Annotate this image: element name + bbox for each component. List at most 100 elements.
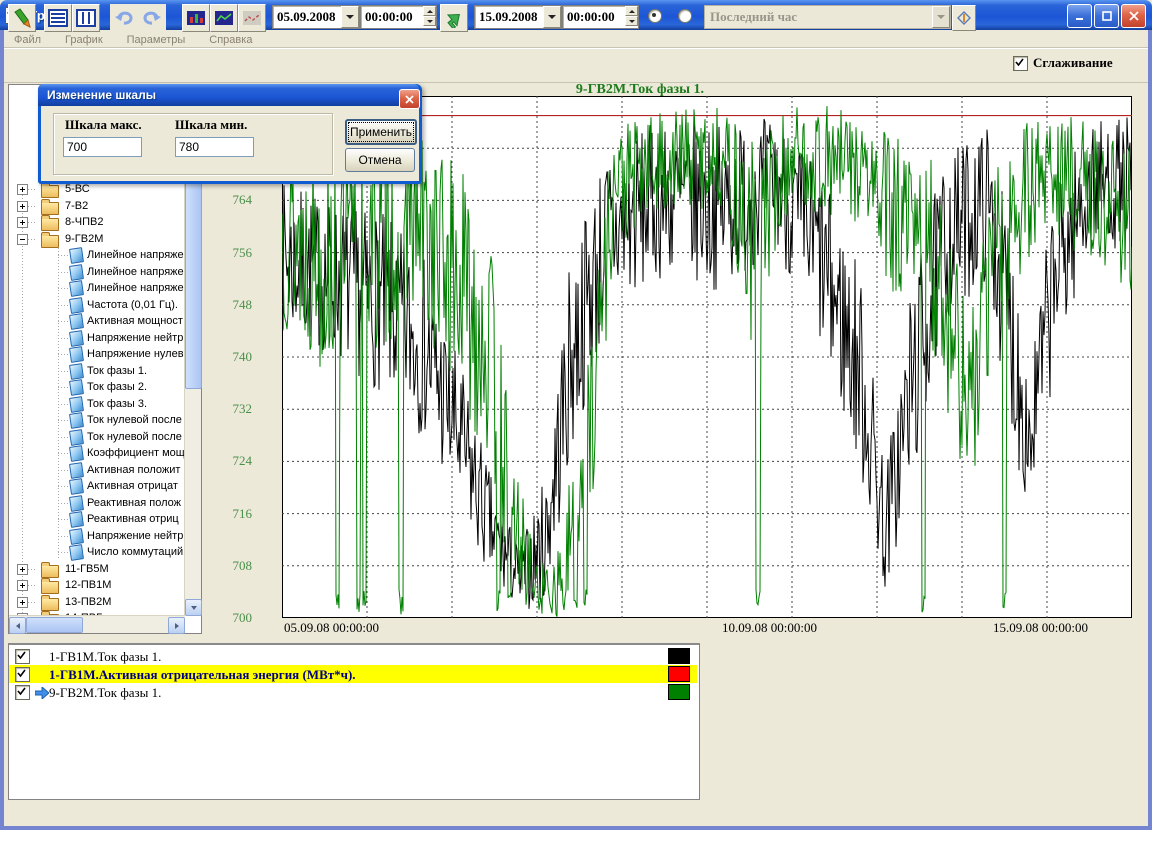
- chevron-down-icon: [548, 15, 556, 19]
- tree-row[interactable]: Активная мощност: [9, 313, 185, 329]
- expand-box-icon[interactable]: [17, 597, 28, 608]
- time-to-stepper[interactable]: [625, 6, 638, 26]
- expand-box-icon[interactable]: [17, 201, 28, 212]
- apply-range-button[interactable]: [440, 4, 468, 32]
- tree-parameter-label: Напряжение нулев: [87, 348, 184, 360]
- tree-row[interactable]: 13-ПВ2М: [9, 594, 185, 610]
- dialog-close-button[interactable]: [399, 89, 420, 109]
- tree-row[interactable]: Частота (0,01 Гц).: [9, 297, 185, 313]
- maximize-button[interactable]: [1094, 4, 1119, 28]
- interval-select-value: Последний час: [705, 6, 932, 28]
- series-legend-panel: 1-ГВ1М.Ток фазы 1.1-ГВ1М.Активная отрица…: [8, 643, 700, 800]
- smoothing-checkbox[interactable]: [1013, 56, 1028, 71]
- legend-checkbox[interactable]: [15, 667, 30, 682]
- range-mode-radio-unselected[interactable]: [678, 9, 692, 23]
- menu-item-4[interactable]: Справка: [199, 33, 262, 47]
- date-from-select[interactable]: 05.09.2008: [272, 5, 360, 29]
- spin-up-icon[interactable]: [625, 6, 638, 16]
- tree-row[interactable]: 11-ГВ5М: [9, 561, 185, 577]
- scroll-down-icon: [191, 606, 197, 610]
- cancel-button[interactable]: Отмена: [345, 148, 415, 172]
- horizontal-layout-button[interactable]: [44, 4, 72, 32]
- scale-min-field[interactable]: [175, 137, 254, 157]
- tree-row[interactable]: Ток нулевой после: [9, 412, 185, 428]
- tree-row[interactable]: Число коммутаций: [9, 544, 185, 560]
- tree-horizontal-scrollbar[interactable]: [9, 615, 185, 633]
- parameter-page-icon: [69, 313, 84, 330]
- tree-row[interactable]: Напряжение нулев: [9, 346, 185, 362]
- check-icon: [16, 686, 27, 697]
- tree-row[interactable]: Активная положит: [9, 462, 185, 478]
- menu-item-3[interactable]: Параметры: [117, 33, 196, 47]
- folder-icon: [41, 185, 59, 198]
- legend-checkbox[interactable]: [15, 649, 30, 664]
- menu-item-1[interactable]: Файл: [4, 33, 51, 47]
- tree-row[interactable]: 9-ГВ2М: [9, 231, 185, 247]
- minimize-button[interactable]: [1067, 4, 1092, 28]
- time-to-input[interactable]: 00:00:00: [562, 5, 639, 29]
- tree-row[interactable]: Линейное напряже: [9, 247, 185, 263]
- scroll-right-button[interactable]: [168, 617, 185, 634]
- tree-hscroll-thumb[interactable]: [26, 617, 83, 633]
- date-to-select[interactable]: 15.09.2008: [474, 5, 562, 29]
- range-mode-radio-selected[interactable]: [648, 9, 662, 23]
- legend-row[interactable]: 1-ГВ1М.Ток фазы 1.: [9, 647, 697, 665]
- spin-down-icon[interactable]: [625, 16, 638, 26]
- tree-row[interactable]: Линейное напряже: [9, 280, 185, 296]
- date-from-dropdown-button[interactable]: [341, 6, 359, 28]
- tree-row[interactable]: 8-ЧПВ2: [9, 214, 185, 230]
- series-color-swatch[interactable]: [668, 666, 690, 682]
- expand-box-icon[interactable]: [17, 184, 28, 195]
- scroll-left-button[interactable]: [9, 617, 26, 634]
- tree-row[interactable]: Ток фазы 1.: [9, 363, 185, 379]
- close-icon: [1129, 11, 1139, 21]
- series-color-swatch[interactable]: [668, 648, 690, 664]
- menu-item-2[interactable]: График: [55, 33, 113, 47]
- trend-chart-button[interactable]: [238, 4, 266, 32]
- scale-max-field[interactable]: [63, 137, 142, 157]
- parameter-page-icon: [69, 396, 84, 413]
- expand-box-icon[interactable]: [17, 564, 28, 575]
- pencil-button[interactable]: [8, 4, 36, 32]
- legend-checkbox[interactable]: [15, 685, 30, 700]
- line-chart-button[interactable]: [210, 4, 238, 32]
- parameter-page-icon: [69, 264, 84, 281]
- tree-row[interactable]: Ток нулевой после: [9, 429, 185, 445]
- bar-chart-button[interactable]: [182, 4, 210, 32]
- collapse-box-icon[interactable]: [17, 234, 28, 245]
- tree-row[interactable]: Реактивная отриц: [9, 511, 185, 527]
- close-button[interactable]: [1121, 4, 1146, 28]
- tree-row[interactable]: 7-В2: [9, 198, 185, 214]
- tree-row[interactable]: Ток фазы 3.: [9, 396, 185, 412]
- tree-connector: [58, 255, 68, 256]
- date-to-dropdown-button[interactable]: [543, 6, 561, 28]
- apply-button[interactable]: Применить: [345, 119, 417, 145]
- interval-select[interactable]: Последний час: [704, 5, 951, 29]
- expand-box-icon[interactable]: [17, 580, 28, 591]
- series-color-swatch[interactable]: [668, 684, 690, 700]
- spin-up-icon[interactable]: [423, 6, 436, 16]
- undo-button[interactable]: [110, 4, 138, 32]
- tree-row[interactable]: Реактивная полож: [9, 495, 185, 511]
- scroll-down-button[interactable]: [185, 599, 202, 616]
- folder-icon: [41, 202, 59, 215]
- vertical-layout-button[interactable]: [72, 4, 100, 32]
- y-tick-label: 708: [206, 558, 252, 574]
- tree-row[interactable]: 12-ПВ1М: [9, 577, 185, 593]
- tree-row[interactable]: Активная отрицат: [9, 478, 185, 494]
- time-from-stepper[interactable]: [423, 6, 436, 26]
- tree-row[interactable]: Коэффициент мощ: [9, 445, 185, 461]
- tree-row[interactable]: Ток фазы 2.: [9, 379, 185, 395]
- redo-button[interactable]: [138, 4, 166, 32]
- tree-row[interactable]: Напряжение нейтр: [9, 528, 185, 544]
- scale-range-button[interactable]: [952, 5, 976, 31]
- time-from-input[interactable]: 00:00:00: [360, 5, 437, 29]
- expand-box-icon[interactable]: [17, 217, 28, 228]
- tree-row[interactable]: Линейное напряже: [9, 264, 185, 280]
- legend-row[interactable]: 9-ГВ2М.Ток фазы 1.: [9, 683, 697, 701]
- legend-row[interactable]: 1-ГВ1М.Активная отрицательная энергия (М…: [9, 665, 697, 683]
- y-tick-label: 756: [206, 245, 252, 261]
- tree-row[interactable]: Напряжение нейтр: [9, 330, 185, 346]
- tree-parameter-label: Реактивная полож: [87, 497, 181, 509]
- spin-down-icon[interactable]: [423, 16, 436, 26]
